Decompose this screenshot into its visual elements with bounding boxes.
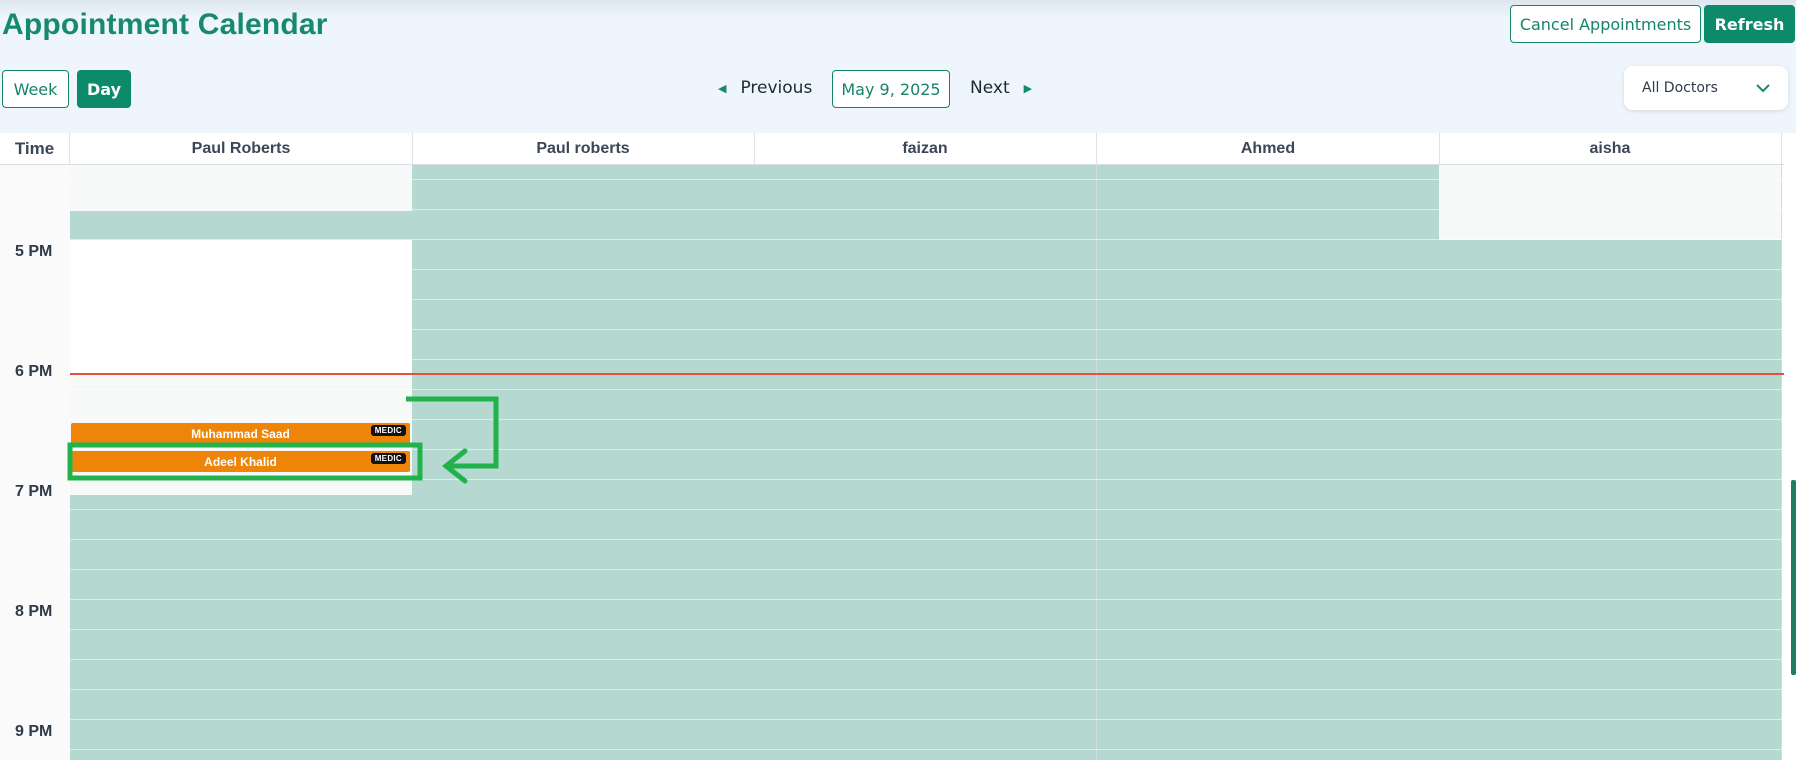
- annotation-highlight-box: [67, 442, 423, 481]
- annotation-overlay: [67, 396, 499, 484]
- week-view-button[interactable]: Week: [2, 70, 69, 108]
- caret-left-icon: ◀: [718, 81, 727, 95]
- chevron-down-icon: [1756, 83, 1770, 93]
- next-label: Next: [970, 78, 1010, 98]
- calendar-grid: Time Paul Roberts Paul roberts faizan Ahmed…: [0, 133, 1796, 760]
- doctor-filter-value: All Doctors: [1642, 80, 1718, 96]
- next-button[interactable]: Next ▶: [970, 78, 1032, 98]
- doctor-filter-select[interactable]: All Doctors: [1624, 66, 1788, 110]
- caret-right-icon: ▶: [1023, 81, 1033, 95]
- scrollbar-thumb[interactable]: [1791, 480, 1796, 675]
- previous-label: Previous: [740, 78, 813, 98]
- current-date-button[interactable]: May 9, 2025: [832, 70, 950, 108]
- day-view-button[interactable]: Day: [77, 70, 131, 108]
- refresh-button[interactable]: Refresh: [1704, 5, 1795, 43]
- previous-button[interactable]: ◀ Previous: [718, 78, 812, 98]
- cancel-appointments-button[interactable]: Cancel Appointments: [1510, 5, 1701, 43]
- page-title: Appointment Calendar: [2, 8, 328, 41]
